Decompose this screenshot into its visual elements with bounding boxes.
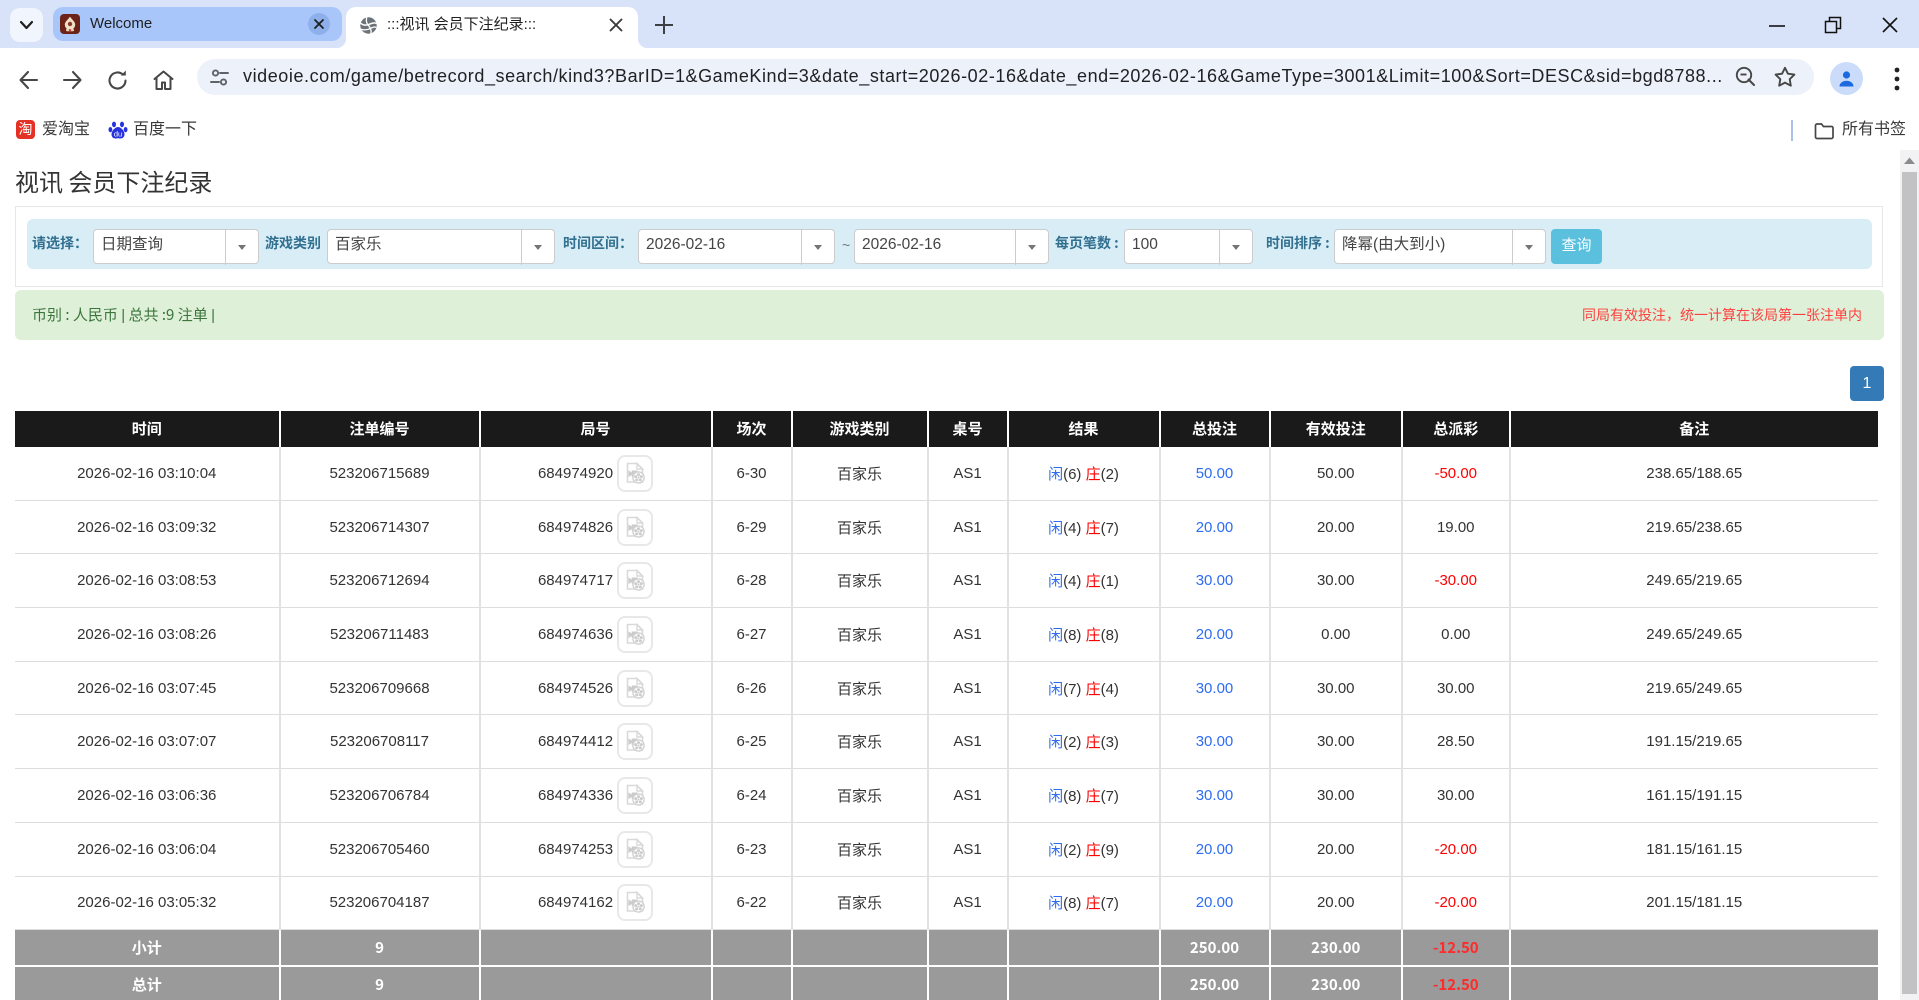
svg-text:du: du xyxy=(114,130,122,139)
